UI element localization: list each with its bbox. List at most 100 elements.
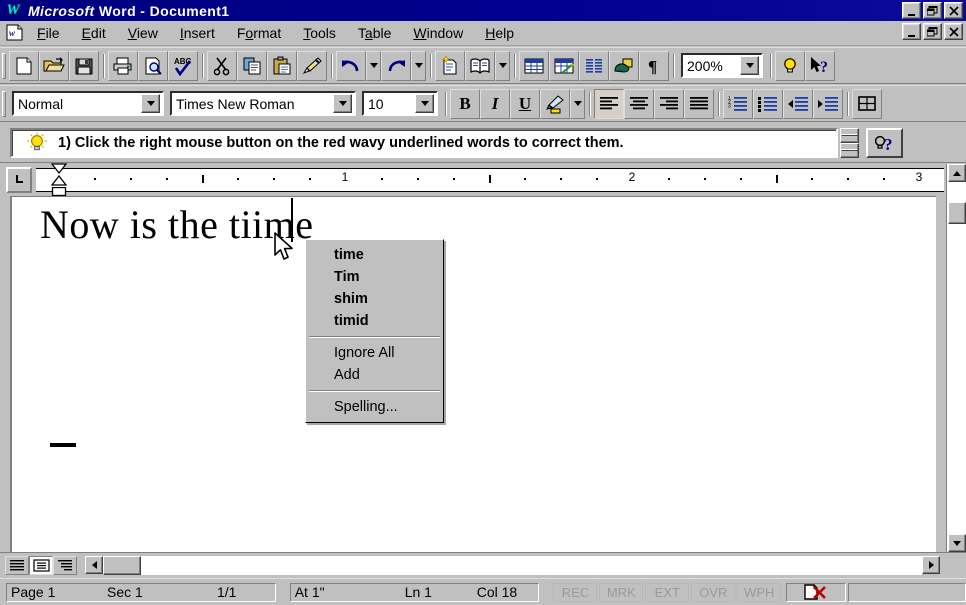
status-flag-wph[interactable]: WPH — [737, 582, 782, 602]
tip-scroll-spinner[interactable] — [840, 127, 859, 158]
document-page[interactable]: Now is the tiime — [10, 196, 936, 552]
tip-text-container: 1) Click the right mouse button on the r… — [10, 127, 838, 158]
redo-dropdown-icon[interactable] — [411, 50, 426, 81]
style-combo[interactable]: Normal — [12, 91, 164, 116]
close-button[interactable] — [944, 2, 963, 19]
context-menu-add[interactable]: Add — [306, 364, 443, 386]
scroll-up-button[interactable] — [948, 164, 966, 182]
horizontal-ruler[interactable]: 1 2 3 — [36, 163, 944, 197]
style-dropdown-icon[interactable] — [141, 94, 160, 113]
toolbar-grip[interactable] — [2, 90, 6, 117]
context-menu-spelling[interactable]: Spelling... — [306, 396, 443, 418]
context-menu-suggestion-tim[interactable]: Tim — [306, 266, 443, 288]
menu-item-file[interactable]: File — [26, 23, 71, 43]
scroll-left-button[interactable] — [85, 556, 103, 574]
tip-scroll-up-button[interactable] — [840, 127, 859, 143]
normal-view-icon[interactable] — [5, 555, 29, 575]
open-folder-icon[interactable] — [39, 50, 69, 81]
paste-clipboard-icon[interactable] — [267, 50, 297, 81]
redo-icon[interactable] — [381, 50, 411, 81]
new-document-icon[interactable] — [9, 50, 39, 81]
format-painter-icon[interactable] — [297, 50, 327, 81]
context-menu-suggestion-timid[interactable]: timid — [306, 310, 443, 332]
context-menu-ignore-all[interactable]: Ignore All — [306, 342, 443, 364]
document-restore-button[interactable] — [923, 23, 942, 40]
tip-scroll-down-button[interactable] — [840, 142, 859, 158]
align-left-icon[interactable] — [594, 88, 624, 119]
tip-wizard-icon[interactable] — [775, 50, 805, 81]
highlight-dropdown-icon[interactable] — [570, 88, 585, 119]
justify-icon[interactable] — [684, 88, 714, 119]
document-icon[interactable]: w — [4, 23, 26, 43]
zoom-dropdown-icon[interactable] — [740, 56, 759, 75]
copy-icon[interactable] — [237, 50, 267, 81]
undo-dropdown-icon[interactable] — [366, 50, 381, 81]
page-layout-view-icon[interactable] — [29, 555, 53, 575]
scroll-down-button[interactable] — [948, 534, 966, 552]
menu-item-tools[interactable]: Tools — [292, 23, 347, 43]
address-dropdown-icon[interactable] — [495, 50, 510, 81]
bold-button[interactable]: B — [450, 88, 480, 119]
font-size-dropdown-icon[interactable] — [415, 94, 434, 113]
document-minimize-button[interactable] — [902, 23, 921, 40]
minimize-button[interactable] — [902, 2, 921, 19]
menu-item-help[interactable]: Help — [474, 23, 525, 43]
menu-item-format[interactable]: Format — [226, 23, 292, 43]
toolbar-grip[interactable] — [2, 52, 6, 79]
insert-address-book-icon[interactable] — [465, 50, 495, 81]
menu-item-insert[interactable]: Insert — [169, 23, 226, 43]
cut-scissors-icon[interactable] — [207, 50, 237, 81]
context-menu-suggestion-shim[interactable]: shim — [306, 288, 443, 310]
font-size-combo[interactable]: 10 — [362, 91, 438, 116]
decrease-indent-icon[interactable] — [783, 88, 813, 119]
increase-indent-icon[interactable] — [813, 88, 843, 119]
highlight-icon[interactable] — [540, 88, 570, 119]
drawing-icon[interactable] — [609, 50, 639, 81]
menu-item-table[interactable]: Table — [347, 23, 402, 43]
status-flag-rec[interactable]: REC — [553, 582, 598, 602]
bulleted-list-icon[interactable] — [753, 88, 783, 119]
zoom-combo[interactable]: 200% — [681, 53, 763, 78]
spell-check-status-icon[interactable] — [786, 582, 847, 602]
status-flag-mrk[interactable]: MRK — [599, 582, 644, 602]
print-preview-icon[interactable] — [138, 50, 168, 81]
font-combo[interactable]: Times New Roman — [170, 91, 356, 116]
numbered-list-icon[interactable]: 123 — [723, 88, 753, 119]
spelling-check-icon[interactable]: ABC — [168, 50, 198, 81]
print-icon[interactable] — [108, 50, 138, 81]
status-flag-ovr[interactable]: OVR — [691, 582, 736, 602]
tipwizard-help-icon[interactable]: ? — [866, 127, 903, 158]
columns-icon[interactable] — [579, 50, 609, 81]
align-center-icon[interactable] — [624, 88, 654, 119]
ruler-tick — [93, 178, 96, 180]
show-paragraph-marks-icon[interactable]: ¶ — [639, 50, 669, 81]
italic-button[interactable]: I — [480, 88, 510, 119]
spelling-context-menu[interactable]: time Tim shim timid Ignore All Add Spell… — [305, 239, 444, 423]
left-tab-stop-icon[interactable] — [6, 167, 32, 193]
restore-button[interactable] — [923, 2, 942, 19]
insert-excel-worksheet-icon[interactable] — [549, 50, 579, 81]
horizontal-scroll-thumb[interactable] — [103, 555, 141, 575]
scroll-right-button[interactable] — [922, 556, 940, 574]
align-right-icon[interactable] — [654, 88, 684, 119]
document-close-button[interactable] — [944, 23, 963, 40]
insert-table-icon[interactable] — [519, 50, 549, 81]
status-flag-ext[interactable]: EXT — [645, 582, 690, 602]
vertical-scrollbar[interactable] — [946, 164, 966, 552]
menu-item-view[interactable]: View — [117, 23, 169, 43]
autoformat-icon[interactable] — [435, 50, 465, 81]
help-pointer-icon[interactable]: ? — [805, 50, 835, 81]
misspelled-word[interactable]: tiime — [229, 201, 314, 248]
borders-icon[interactable] — [852, 88, 882, 119]
outline-view-icon[interactable] — [53, 555, 77, 575]
font-dropdown-icon[interactable] — [333, 94, 352, 113]
undo-icon[interactable] — [336, 50, 366, 81]
context-menu-suggestion-time[interactable]: time — [306, 244, 443, 266]
ruler-tick — [524, 178, 527, 180]
vertical-scroll-thumb[interactable] — [948, 202, 966, 224]
menu-item-window[interactable]: Window — [402, 23, 474, 43]
horizontal-scroll-track[interactable] — [141, 555, 922, 575]
menu-item-edit[interactable]: Edit — [71, 23, 117, 43]
save-icon[interactable] — [69, 50, 99, 81]
underline-button[interactable]: U — [510, 88, 540, 119]
